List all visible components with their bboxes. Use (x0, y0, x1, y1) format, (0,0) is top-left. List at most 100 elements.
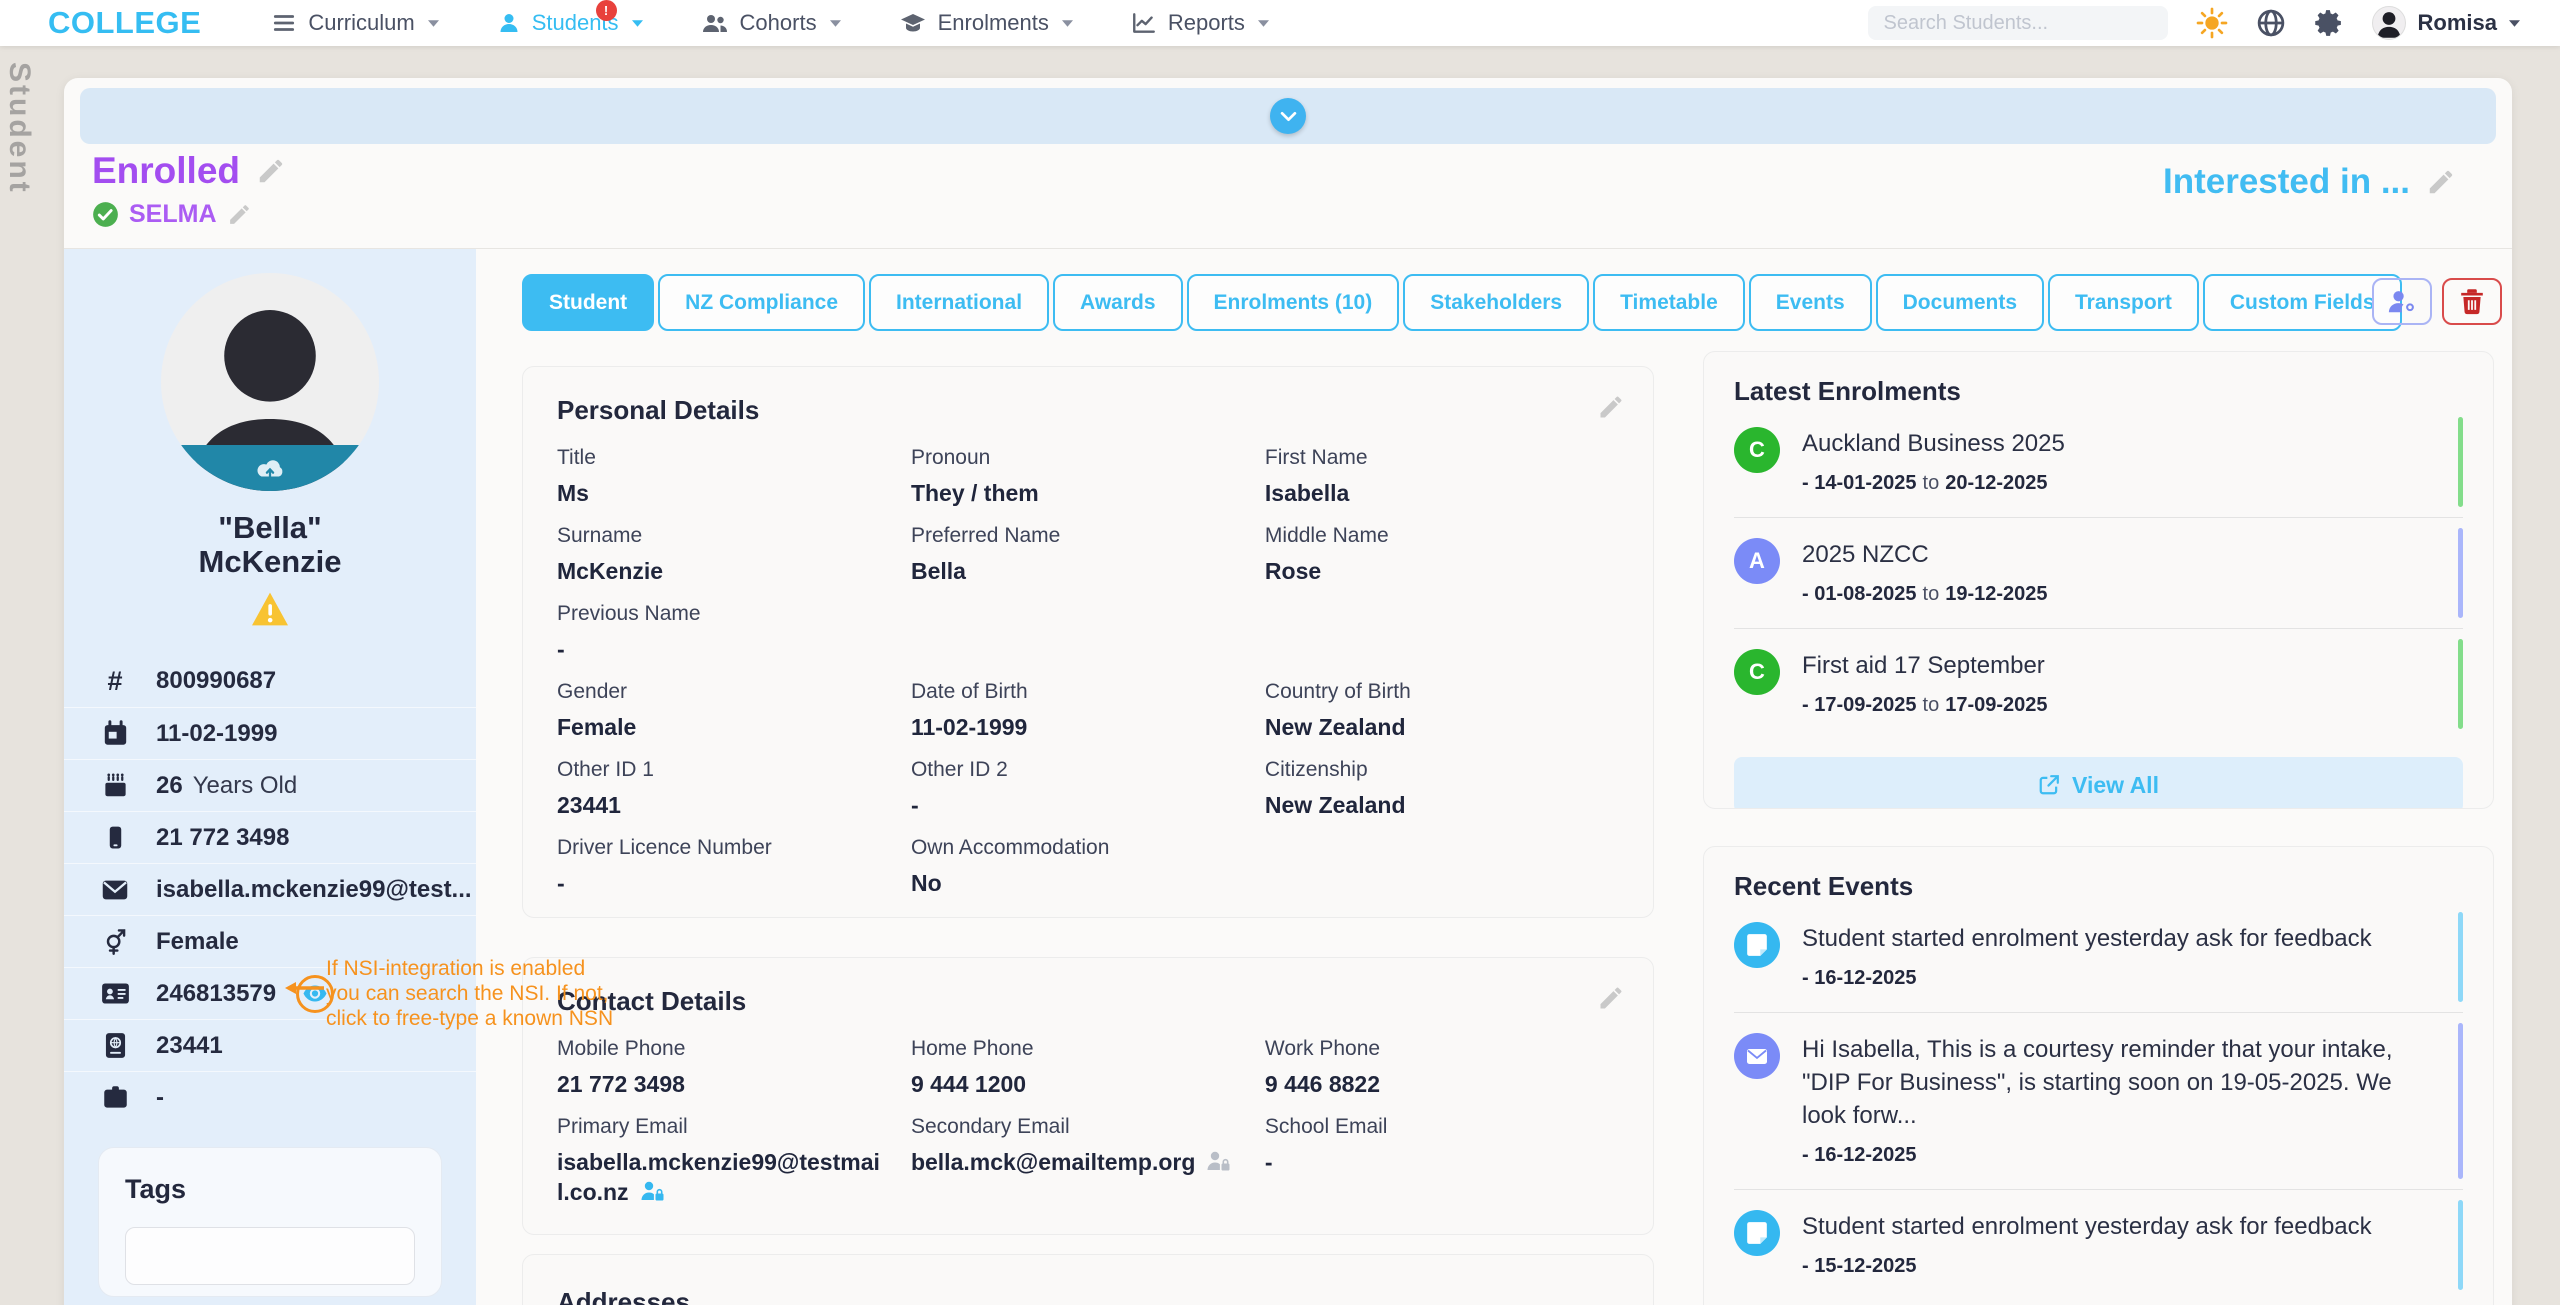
tags-input[interactable] (125, 1227, 415, 1285)
edit-icon[interactable] (227, 202, 252, 227)
alert-badge: ! (595, 0, 617, 21)
personal-details-grid: Title Ms Pronoun They / them First Name Isa… (557, 446, 1619, 898)
app-logo[interactable]: COLLEGE (48, 5, 201, 41)
selma-status: SELMA (92, 200, 252, 229)
event-item[interactable]: Student started enrolment yesterday ask … (1734, 1190, 2463, 1300)
view-all-enrolments-button[interactable]: View All (1734, 757, 2463, 808)
nav-item-label: Enrolments (937, 10, 1049, 35)
enrolment-status: Enrolled (92, 150, 286, 192)
upload-photo-button[interactable] (161, 445, 379, 491)
enrolment-item[interactable]: C First aid 17 September - 17-09-2025 to 1… (1734, 629, 2463, 739)
field-country-of-birth: Country of Birth New Zealand (1264, 680, 1411, 740)
enrolment-name: First aid 17 September (1802, 652, 2045, 679)
field-home-phone: Home Phone 9 444 1200 (910, 1037, 1034, 1097)
warning-icon[interactable] (64, 591, 476, 627)
enrolment-dates: - 14-01-2025 to 20-12-2025 (1802, 472, 2048, 494)
field-primary-email: Primary Email isabella.mckenzie99@testma… (557, 1115, 880, 1205)
enrolment-name: Auckland Business 2025 (1802, 430, 2065, 457)
employer-row: - (64, 1071, 476, 1123)
main-nav: Curriculum Students ! Cohorts Enrolments… (271, 0, 1269, 36)
gear-icon[interactable] (2314, 8, 2344, 38)
student-id-row: # 800990687 (64, 655, 476, 707)
preferred-name: "Bella" (218, 510, 322, 545)
detail-value: 800990687 (156, 667, 277, 694)
assign-user-button[interactable] (2372, 278, 2432, 325)
tab-timetable[interactable]: Timetable (1593, 274, 1745, 331)
nav-item-reports[interactable]: Reports (1131, 10, 1269, 36)
tab-nz-compliance[interactable]: NZ Compliance (658, 274, 866, 331)
detail-value: isabella.mckenzie99@test... (156, 875, 472, 903)
interest-status: Interested in ... (2163, 162, 2456, 202)
student-detail-list: # 800990687 11-02-1999 26 Years Old 21 7… (64, 655, 476, 1123)
dob-row: 11-02-1999 (64, 707, 476, 759)
top-navbar: COLLEGE Curriculum Students ! Cohorts En… (0, 0, 2560, 46)
event-text: Hi Isabella, This is a courtesy reminder… (1802, 1036, 2393, 1129)
interest-label: Interested in ... (2163, 162, 2410, 201)
age-row: 26 Years Old (64, 759, 476, 811)
field-preferred-name: Preferred Name Bella (910, 524, 1061, 584)
detail-value: 21 772 3498 (156, 823, 290, 851)
tab-documents[interactable]: Documents (1875, 274, 2044, 331)
edit-icon[interactable] (256, 156, 286, 186)
edit-icon[interactable] (2426, 167, 2456, 197)
collapse-header-button[interactable] (1270, 98, 1306, 134)
contact-details-panel: Contact Details Mobile Phone 21 772 3498 … (522, 957, 1654, 1235)
annotation-arrow-icon (284, 981, 324, 995)
accent-bar (2458, 528, 2463, 618)
tab-transport[interactable]: Transport (2048, 274, 2199, 331)
user-menu[interactable]: Romisa (2371, 6, 2520, 40)
field-title: Title Ms (557, 446, 596, 506)
tab-international[interactable]: International (869, 274, 1050, 331)
delete-student-button[interactable] (2442, 278, 2502, 325)
check-circle-icon (92, 201, 119, 228)
enrolment-item[interactable]: C Auckland Business 2025 - 14-01-2025 to 2… (1734, 407, 2463, 518)
chevron-down-icon (1061, 19, 1073, 27)
tab-awards[interactable]: Awards (1053, 274, 1183, 331)
enrolment-item[interactable]: A 2025 NZCC - 01-08-2025 to 19-12-2025 (1734, 518, 2463, 629)
student-sidebar: "Bella" McKenzie # 800990687 11-02-1999 … (64, 249, 476, 1305)
enrolment-name: 2025 NZCC (1802, 541, 1929, 568)
nsi-annotation: If NSI-integration is enabled you can se… (326, 957, 614, 1030)
tab-enrolments[interactable]: Enrolments (10) (1186, 274, 1400, 331)
page-title-vertical: Student (3, 62, 36, 195)
field-citizenship: Citizenship New Zealand (1264, 758, 1406, 818)
field-middle-name: Middle Name Rose (1264, 524, 1389, 584)
chevron-down-icon (427, 19, 439, 27)
panel-title: Recent Events (1734, 871, 1914, 901)
calendar-icon (100, 720, 130, 747)
tab-events[interactable]: Events (1748, 274, 1872, 331)
event-item[interactable]: Student started enrolment yesterday ask … (1734, 902, 2463, 1013)
phone-row: 21 772 3498 (64, 811, 476, 863)
event-date: - 16-12-2025 (1802, 967, 1917, 989)
edit-icon[interactable] (1597, 984, 1625, 1012)
nav-item-enrolments[interactable]: Enrolments (899, 10, 1073, 36)
chevron-down-icon (829, 19, 841, 27)
theme-sun-icon[interactable] (2196, 7, 2228, 39)
panel-title: Contact Details (557, 986, 747, 1016)
event-text: Student started enrolment yesterday ask … (1802, 1213, 2372, 1240)
addresses-panel: Addresses (522, 1254, 1654, 1305)
note-icon (1734, 1210, 1780, 1256)
passport-icon (100, 1032, 130, 1059)
tab-student[interactable]: Student (522, 274, 655, 331)
profile-tabs: Student NZ Compliance International Awar… (522, 274, 2402, 331)
globe-icon[interactable] (2256, 8, 2286, 38)
panel-title: Addresses (557, 1287, 690, 1305)
field-driver-licence: Driver Licence Number - (557, 836, 772, 896)
chevron-down-icon (631, 19, 643, 27)
id-card-icon (100, 982, 130, 1005)
recent-events-panel: Recent Events Student started enrolment … (1703, 846, 2494, 1305)
nav-item-students[interactable]: Students ! (497, 0, 643, 36)
profile-photo[interactable] (161, 273, 379, 491)
person-lock-icon[interactable] (1205, 1149, 1231, 1173)
nav-item-cohorts[interactable]: Cohorts (701, 10, 841, 36)
event-text: Student started enrolment yesterday ask … (1802, 925, 2372, 952)
person-lock-icon[interactable] (639, 1179, 665, 1203)
event-item[interactable]: Hi Isabella, This is a courtesy reminder… (1734, 1013, 2463, 1190)
latest-enrolments-panel: Latest Enrolments C Auckland Business 20… (1703, 351, 2494, 809)
search-input[interactable] (1867, 6, 2168, 40)
nav-item-curriculum[interactable]: Curriculum (271, 10, 439, 36)
edit-icon[interactable] (1597, 393, 1625, 421)
chart-line-icon (1131, 10, 1157, 36)
tab-stakeholders[interactable]: Stakeholders (1403, 274, 1590, 331)
